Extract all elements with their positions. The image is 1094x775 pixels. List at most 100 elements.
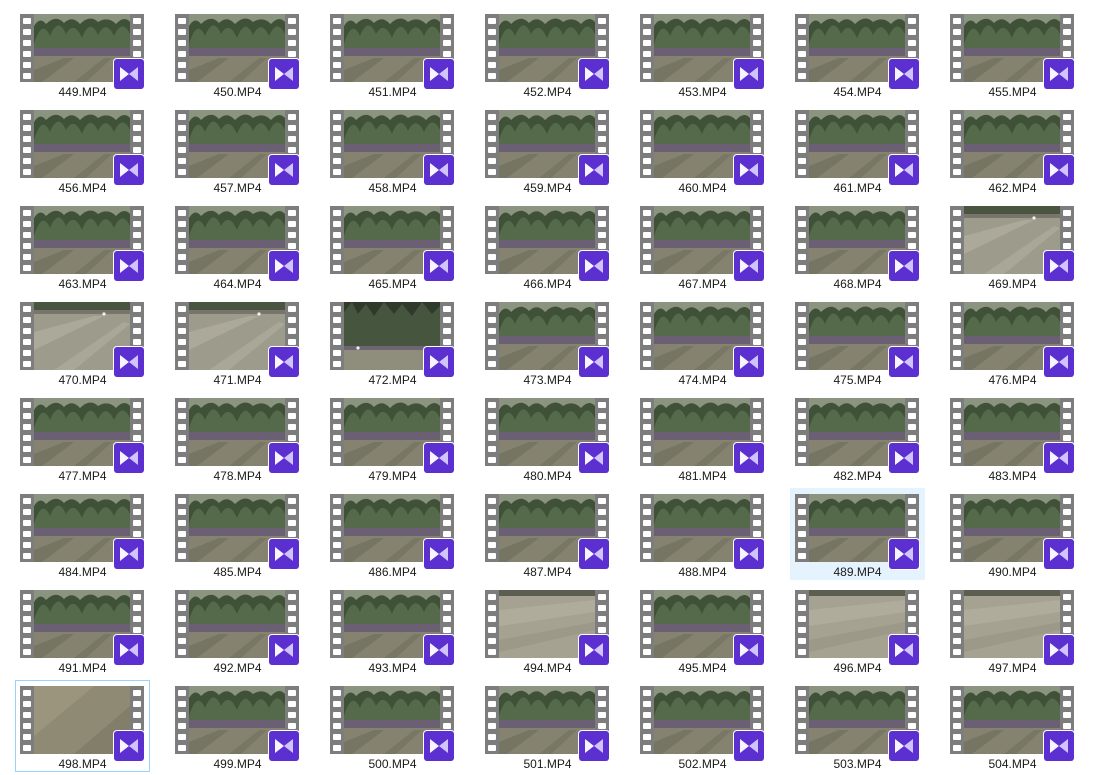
file-item-483[interactable]: 483.MP4 bbox=[945, 392, 1080, 484]
file-item-460[interactable]: 460.MP4 bbox=[635, 104, 770, 196]
file-name-label: 483.MP4 bbox=[988, 469, 1037, 483]
film-strip-icon bbox=[20, 590, 34, 658]
film-hole bbox=[598, 424, 606, 430]
film-hole bbox=[753, 317, 761, 323]
film-hole bbox=[288, 40, 296, 46]
film-hole bbox=[908, 210, 916, 216]
film-hole bbox=[23, 701, 31, 707]
file-item-471[interactable]: 471.MP4 bbox=[170, 296, 305, 388]
file-item-490[interactable]: 490.MP4 bbox=[945, 488, 1080, 580]
file-item-498[interactable]: 498.MP4 bbox=[15, 680, 150, 772]
film-hole bbox=[643, 361, 651, 367]
film-hole bbox=[908, 317, 916, 323]
film-strip-icon bbox=[795, 686, 809, 754]
file-item-449[interactable]: 449.MP4 bbox=[15, 8, 150, 100]
file-item-488[interactable]: 488.MP4 bbox=[635, 488, 770, 580]
file-item-457[interactable]: 457.MP4 bbox=[170, 104, 305, 196]
file-name-label: 503.MP4 bbox=[833, 757, 882, 771]
file-item-458[interactable]: 458.MP4 bbox=[325, 104, 460, 196]
file-item-452[interactable]: 452.MP4 bbox=[480, 8, 615, 100]
film-hole bbox=[133, 51, 141, 57]
file-name-label: 454.MP4 bbox=[833, 85, 882, 99]
film-hole bbox=[953, 627, 961, 633]
film-hole bbox=[333, 51, 341, 57]
file-item-495[interactable]: 495.MP4 bbox=[635, 584, 770, 676]
film-hole bbox=[488, 435, 496, 441]
film-hole bbox=[643, 424, 651, 430]
file-item-481[interactable]: 481.MP4 bbox=[635, 392, 770, 484]
file-item-501[interactable]: 501.MP4 bbox=[480, 680, 615, 772]
film-strip-icon bbox=[330, 110, 344, 178]
film-hole bbox=[178, 243, 186, 249]
file-item-503[interactable]: 503.MP4 bbox=[790, 680, 925, 772]
file-item-467[interactable]: 467.MP4 bbox=[635, 200, 770, 292]
video-thumbnail bbox=[795, 14, 919, 89]
file-item-461[interactable]: 461.MP4 bbox=[790, 104, 925, 196]
file-item-474[interactable]: 474.MP4 bbox=[635, 296, 770, 388]
file-item-480[interactable]: 480.MP4 bbox=[480, 392, 615, 484]
file-item-465[interactable]: 465.MP4 bbox=[325, 200, 460, 292]
file-item-456[interactable]: 456.MP4 bbox=[15, 104, 150, 196]
file-item-470[interactable]: 470.MP4 bbox=[15, 296, 150, 388]
file-item-499[interactable]: 499.MP4 bbox=[170, 680, 305, 772]
file-item-453[interactable]: 453.MP4 bbox=[635, 8, 770, 100]
file-item-485[interactable]: 485.MP4 bbox=[170, 488, 305, 580]
file-item-451[interactable]: 451.MP4 bbox=[325, 8, 460, 100]
video-thumbnail bbox=[20, 206, 144, 281]
file-item-479[interactable]: 479.MP4 bbox=[325, 392, 460, 484]
film-hole bbox=[908, 605, 916, 611]
file-item-493[interactable]: 493.MP4 bbox=[325, 584, 460, 676]
file-item-450[interactable]: 450.MP4 bbox=[170, 8, 305, 100]
film-hole bbox=[488, 158, 496, 164]
file-item-464[interactable]: 464.MP4 bbox=[170, 200, 305, 292]
film-strip-icon bbox=[330, 398, 344, 466]
file-item-486[interactable]: 486.MP4 bbox=[325, 488, 460, 580]
file-item-476[interactable]: 476.MP4 bbox=[945, 296, 1080, 388]
file-item-489[interactable]: 489.MP4 bbox=[790, 488, 925, 580]
film-hole bbox=[178, 158, 186, 164]
file-item-477[interactable]: 477.MP4 bbox=[15, 392, 150, 484]
film-hole bbox=[753, 339, 761, 345]
film-hole bbox=[333, 232, 341, 238]
file-name-label: 478.MP4 bbox=[213, 469, 262, 483]
file-item-497[interactable]: 497.MP4 bbox=[945, 584, 1080, 676]
film-hole bbox=[178, 62, 186, 68]
film-strip-icon bbox=[640, 398, 654, 466]
file-item-496[interactable]: 496.MP4 bbox=[790, 584, 925, 676]
file-item-472[interactable]: 472.MP4 bbox=[325, 296, 460, 388]
file-item-454[interactable]: 454.MP4 bbox=[790, 8, 925, 100]
file-item-455[interactable]: 455.MP4 bbox=[945, 8, 1080, 100]
film-hole bbox=[798, 169, 806, 175]
file-item-459[interactable]: 459.MP4 bbox=[480, 104, 615, 196]
file-item-487[interactable]: 487.MP4 bbox=[480, 488, 615, 580]
film-hole bbox=[953, 402, 961, 408]
file-item-478[interactable]: 478.MP4 bbox=[170, 392, 305, 484]
file-item-504[interactable]: 504.MP4 bbox=[945, 680, 1080, 772]
file-item-469[interactable]: 469.MP4 bbox=[945, 200, 1080, 292]
file-item-475[interactable]: 475.MP4 bbox=[790, 296, 925, 388]
film-hole bbox=[23, 553, 31, 559]
file-item-466[interactable]: 466.MP4 bbox=[480, 200, 615, 292]
file-item-492[interactable]: 492.MP4 bbox=[170, 584, 305, 676]
file-name-label: 485.MP4 bbox=[213, 565, 262, 579]
file-item-484[interactable]: 484.MP4 bbox=[15, 488, 150, 580]
file-item-468[interactable]: 468.MP4 bbox=[790, 200, 925, 292]
file-item-482[interactable]: 482.MP4 bbox=[790, 392, 925, 484]
film-hole bbox=[333, 361, 341, 367]
film-hole bbox=[643, 254, 651, 260]
film-hole bbox=[798, 457, 806, 463]
file-item-500[interactable]: 500.MP4 bbox=[325, 680, 460, 772]
file-item-494[interactable]: 494.MP4 bbox=[480, 584, 615, 676]
film-hole bbox=[753, 40, 761, 46]
file-item-473[interactable]: 473.MP4 bbox=[480, 296, 615, 388]
film-hole bbox=[908, 594, 916, 600]
file-item-463[interactable]: 463.MP4 bbox=[15, 200, 150, 292]
file-item-462[interactable]: 462.MP4 bbox=[945, 104, 1080, 196]
film-hole bbox=[643, 339, 651, 345]
file-name-label: 504.MP4 bbox=[988, 757, 1037, 771]
file-name-label: 501.MP4 bbox=[523, 757, 572, 771]
film-hole bbox=[643, 147, 651, 153]
file-item-502[interactable]: 502.MP4 bbox=[635, 680, 770, 772]
file-item-491[interactable]: 491.MP4 bbox=[15, 584, 150, 676]
video-thumbnail bbox=[950, 302, 1074, 377]
